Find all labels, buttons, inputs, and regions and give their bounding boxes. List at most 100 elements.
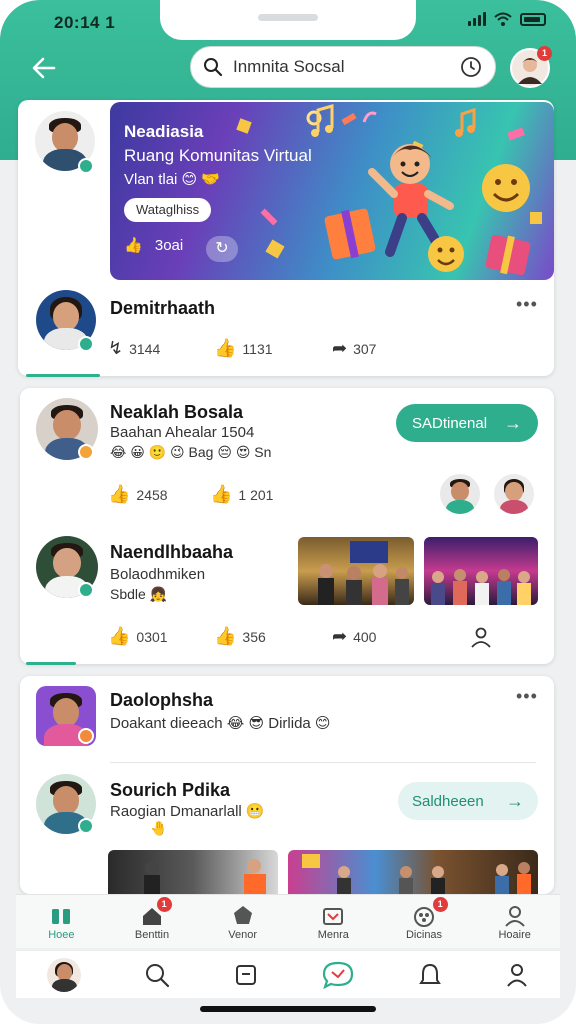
back-button[interactable]	[30, 54, 62, 86]
tab-news[interactable]: Benttin 1	[107, 895, 198, 948]
post-photo[interactable]	[108, 850, 278, 894]
search-icon[interactable]	[144, 962, 170, 988]
post-author-name[interactable]: Naendlhbaaha	[110, 542, 233, 563]
arrow-left-icon	[32, 57, 56, 79]
like-count: 356	[242, 628, 266, 645]
card-accent	[26, 374, 100, 377]
signal-icon	[468, 12, 486, 26]
user-icon[interactable]	[505, 962, 529, 988]
follow-button[interactable]: Saldheeen →	[398, 782, 538, 820]
thumbs-up-icon: 👍	[108, 484, 131, 504]
like-button[interactable]: 👍 1 201	[210, 484, 273, 505]
message-icon[interactable]	[233, 962, 259, 988]
chat-icon[interactable]	[321, 960, 355, 990]
join-button-label: SADtinenal	[412, 414, 488, 432]
user-icon	[471, 627, 491, 648]
refresh-icon[interactable]: ↻	[206, 236, 238, 262]
more-options-icon[interactable]: •••	[516, 686, 538, 707]
explore-icon	[233, 905, 252, 924]
tab-media[interactable]: Menra	[288, 895, 379, 948]
clock-icon[interactable]	[459, 55, 483, 79]
media-icon	[323, 907, 344, 925]
verified-icon	[78, 582, 94, 598]
post-text: Raogian Dmanarlall 😬	[110, 803, 265, 820]
share-count: 400	[353, 628, 377, 645]
post-text: Baahan Ahealar 1504	[110, 424, 255, 441]
verified-icon	[78, 158, 94, 174]
share-button[interactable]: ➦ 307	[332, 338, 376, 359]
like-button[interactable]: 👍 356	[214, 626, 266, 647]
wifi-icon	[494, 12, 512, 26]
tab-home[interactable]: Hoee	[16, 895, 107, 948]
notification-badge: 1	[432, 897, 448, 912]
bell-icon[interactable]	[418, 962, 442, 988]
search-icon	[204, 58, 223, 77]
tab-profile[interactable]: Hoaire	[469, 895, 560, 948]
verified-icon	[78, 818, 94, 834]
tab-label: Hoee	[48, 928, 75, 941]
follow-button-label: Saldheeen	[412, 792, 484, 810]
home-icon	[52, 908, 71, 924]
verified-icon	[78, 336, 94, 352]
join-button[interactable]: SADtinenal →	[396, 404, 538, 442]
share-button[interactable]: ➦ 400	[332, 626, 376, 647]
home-indicator[interactable]	[200, 1006, 376, 1012]
like-count: 2458	[136, 486, 168, 503]
card-accent	[26, 662, 76, 665]
profile-icon	[504, 905, 525, 927]
banner-like-button[interactable]: 👍 3oai	[124, 236, 183, 254]
battery-icon	[520, 12, 546, 26]
thumbs-up-icon: 👍	[210, 484, 233, 504]
thumbs-up-icon: 👍	[108, 626, 131, 646]
thumbs-up-icon: 👍	[214, 626, 237, 646]
post-author-name[interactable]: Daolophsha	[110, 690, 213, 711]
like-count: 0301	[136, 628, 168, 645]
profile-notification-badge: 1	[537, 46, 552, 61]
post-photo[interactable]	[424, 537, 538, 605]
post-author-name[interactable]: Demitrhaath	[110, 298, 215, 319]
status-time: 20:14 1	[54, 13, 116, 32]
post-photo[interactable]	[298, 537, 414, 605]
swirl-icon: ↯	[108, 338, 124, 358]
tab-label: Venor	[228, 928, 258, 941]
phone-frame: 20:14 1 Inmnita Socsal 1 Neadiasia Ruang…	[0, 0, 576, 1024]
more-options-icon[interactable]: •••	[516, 294, 538, 315]
search-input[interactable]: Inmnita Socsal	[233, 57, 459, 77]
post-photo[interactable]	[288, 850, 538, 894]
speaker	[258, 14, 318, 21]
arrow-right-icon: →	[504, 412, 522, 433]
post-author-name[interactable]: Sourich Pdika	[110, 780, 230, 801]
tab-label: Hoaire	[498, 928, 531, 941]
views-stat[interactable]: ↯ 3144	[108, 338, 160, 359]
banner-chip[interactable]: Wataglhiss	[124, 198, 212, 222]
status-icon	[78, 444, 94, 460]
tab-label: Benttin	[134, 928, 170, 941]
user-button[interactable]	[470, 626, 492, 648]
post-emoji-line: Sbdle 👧	[110, 586, 168, 602]
bottom-tab-bar: Hoee Benttin 1 Venor Menra Dicinas 1 Hoa…	[16, 894, 560, 948]
divider	[110, 762, 536, 763]
community-banner[interactable]: Neadiasia Ruang Komunitas Virtual Vlan t…	[110, 102, 554, 280]
people-photo	[144, 859, 266, 894]
share-icon: ➦	[332, 626, 348, 646]
post-emoji-line: 🤚	[150, 820, 168, 836]
status-icon	[78, 728, 94, 744]
like-button[interactable]: 👍 0301	[108, 626, 168, 647]
thumbs-up-icon: 👍	[124, 237, 143, 254]
tab-discussions[interactable]: Dicinas 1	[379, 895, 470, 948]
status-icons	[468, 12, 546, 26]
post-author-name[interactable]: Neaklah Bosala	[110, 402, 243, 423]
avatar[interactable]	[438, 472, 482, 516]
my-avatar[interactable]	[47, 957, 82, 992]
notification-badge: 1	[156, 897, 172, 912]
crowd-photo	[431, 569, 531, 605]
views-count: 3144	[129, 340, 161, 357]
people-photo	[318, 541, 409, 605]
banner-like-count: 3oai	[154, 237, 184, 254]
like-button[interactable]: 👍 1131	[214, 338, 273, 359]
avatar[interactable]	[492, 472, 536, 516]
like-button[interactable]: 👍 2458	[108, 484, 168, 505]
search-bar[interactable]: Inmnita Socsal	[190, 46, 496, 88]
tab-explore[interactable]: Venor	[197, 895, 288, 948]
crowd-photo	[302, 854, 531, 894]
